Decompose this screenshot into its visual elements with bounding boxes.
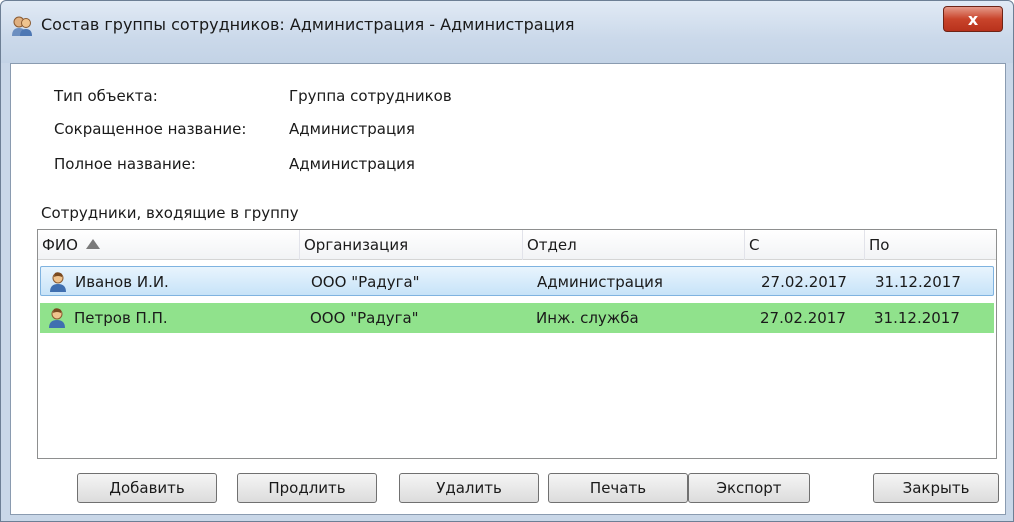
- column-header-name[interactable]: ФИО: [38, 230, 300, 260]
- dialog-window: Состав группы сотрудников: Администрация…: [0, 0, 1014, 522]
- full-name-label: Полное название:: [54, 155, 196, 173]
- person-icon: [50, 272, 66, 292]
- column-header-organization[interactable]: Организация: [300, 230, 523, 260]
- cell-name: Иванов И.И.: [75, 273, 169, 291]
- close-icon[interactable]: x: [943, 6, 1003, 32]
- short-name-value: Администрация: [289, 120, 415, 138]
- export-button[interactable]: Экспорт: [688, 473, 810, 503]
- person-icon: [49, 308, 65, 328]
- cell-to: 31.12.2017: [875, 273, 961, 291]
- delete-button[interactable]: Удалить: [399, 473, 539, 503]
- window-title: Состав группы сотрудников: Администрация…: [41, 15, 575, 34]
- cell-from: 27.02.2017: [760, 309, 846, 327]
- sort-ascending-icon: [85, 238, 100, 249]
- full-name-value: Администрация: [289, 155, 415, 173]
- column-header-department[interactable]: Отдел: [523, 230, 745, 260]
- object-type-value: Группа сотрудников: [289, 87, 452, 105]
- cell-department: Инж. служба: [536, 309, 639, 327]
- cell-organization: ООО "Радуга": [310, 309, 419, 327]
- extend-button[interactable]: Продлить: [237, 473, 377, 503]
- short-name-label: Сокращенное название:: [54, 120, 247, 138]
- members-section-label: Сотрудники, входящие в группу: [41, 204, 299, 222]
- table-row[interactable]: Иванов И.И. ООО "Радуга" Администрация 2…: [40, 266, 994, 296]
- print-button[interactable]: Печать: [548, 473, 688, 503]
- column-header-to[interactable]: По: [865, 230, 996, 260]
- table-row[interactable]: Петров П.П. ООО "Радуга" Инж. служба 27.…: [40, 303, 994, 333]
- cell-to: 31.12.2017: [874, 309, 960, 327]
- group-people-icon: [12, 16, 32, 36]
- table-header: ФИО Организация Отдел С По: [38, 230, 996, 260]
- cell-from: 27.02.2017: [761, 273, 847, 291]
- cell-name: Петров П.П.: [74, 309, 168, 327]
- cell-department: Администрация: [537, 273, 663, 291]
- object-type-label: Тип объекта:: [54, 87, 158, 105]
- cell-organization: ООО "Радуга": [311, 273, 420, 291]
- title-bar[interactable]: Состав группы сотрудников: Администрация…: [1, 1, 1013, 63]
- column-header-from[interactable]: С: [745, 230, 865, 260]
- add-button[interactable]: Добавить: [77, 473, 217, 503]
- members-table[interactable]: ФИО Организация Отдел С По Иванов И.И. О…: [37, 229, 997, 459]
- close-button[interactable]: Закрыть: [873, 473, 999, 503]
